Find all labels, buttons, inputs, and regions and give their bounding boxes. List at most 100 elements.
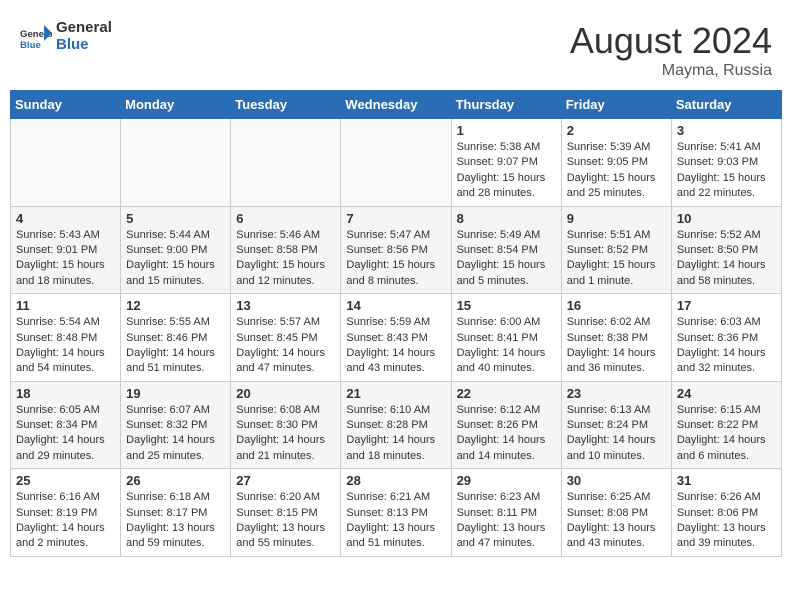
calendar-cell: 1 Sunrise: 5:38 AM Sunset: 9:07 PM Daylig… [451, 119, 561, 207]
calendar-cell: 23 Sunrise: 6:13 AM Sunset: 8:24 PM Dayli… [561, 381, 671, 469]
day-number: 26 [126, 473, 225, 488]
day-number: 22 [457, 386, 556, 401]
day-info: Sunrise: 6:18 AM Sunset: 8:17 PM Dayligh… [126, 490, 225, 552]
day-info: Sunrise: 6:13 AM Sunset: 8:24 PM Dayligh… [567, 403, 666, 465]
day-number: 8 [457, 211, 556, 226]
day-info: Sunrise: 6:23 AM Sunset: 8:11 PM Dayligh… [457, 490, 556, 552]
calendar-cell: 28Sunrise: 6:21 AM Sunset: 8:13 PM Dayli… [341, 469, 451, 557]
day-number: 9 [567, 211, 666, 226]
day-number: 19 [126, 386, 225, 401]
day-info: Sunrise: 5:59 AM Sunset: 8:43 PM Dayligh… [346, 315, 445, 377]
day-info: Sunrise: 5:38 AM Sunset: 9:07 PM Dayligh… [457, 140, 556, 202]
calendar-cell: 25Sunrise: 6:16 AM Sunset: 8:19 PM Dayli… [11, 469, 121, 557]
calendar-week-row: 25Sunrise: 6:16 AM Sunset: 8:19 PM Dayli… [11, 469, 782, 557]
logo: General Blue General Blue [20, 20, 112, 53]
day-info: Sunrise: 6:03 AM Sunset: 8:36 PM Dayligh… [677, 315, 776, 377]
calendar-cell: 14Sunrise: 5:59 AM Sunset: 8:43 PM Dayli… [341, 294, 451, 382]
day-info: Sunrise: 5:51 AM Sunset: 8:52 PM Dayligh… [567, 228, 666, 290]
day-info: Sunrise: 6:00 AM Sunset: 8:41 PM Dayligh… [457, 315, 556, 377]
day-info: Sunrise: 5:43 AM Sunset: 9:01 PM Dayligh… [16, 228, 115, 290]
day-info: Sunrise: 5:39 AM Sunset: 9:05 PM Dayligh… [567, 140, 666, 202]
calendar-cell: 13 Sunrise: 5:57 AM Sunset: 8:45 PM Dayli… [231, 294, 341, 382]
day-number: 7 [346, 211, 445, 226]
day-info: Sunrise: 6:10 AM Sunset: 8:28 PM Dayligh… [346, 403, 445, 465]
calendar-cell: 3Sunrise: 5:41 AM Sunset: 9:03 PM Daylig… [671, 119, 781, 207]
calendar-cell: 18 Sunrise: 6:05 AM Sunset: 8:34 PM Dayli… [11, 381, 121, 469]
day-info: Sunrise: 5:49 AM Sunset: 8:54 PM Dayligh… [457, 228, 556, 290]
calendar-cell: 20 Sunrise: 6:08 AM Sunset: 8:30 PM Dayli… [231, 381, 341, 469]
day-info: Sunrise: 5:47 AM Sunset: 8:56 PM Dayligh… [346, 228, 445, 290]
day-number: 30 [567, 473, 666, 488]
day-info: Sunrise: 6:02 AM Sunset: 8:38 PM Dayligh… [567, 315, 666, 377]
day-number: 15 [457, 298, 556, 313]
calendar-cell: 24 Sunrise: 6:15 AM Sunset: 8:22 PM Dayli… [671, 381, 781, 469]
calendar-table: SundayMondayTuesdayWednesdayThursdayFrid… [10, 90, 782, 557]
day-number: 28 [346, 473, 445, 488]
calendar-week-row: 18 Sunrise: 6:05 AM Sunset: 8:34 PM Dayli… [11, 381, 782, 469]
day-number: 23 [567, 386, 666, 401]
day-number: 12 [126, 298, 225, 313]
location-subtitle: Mayma, Russia [570, 62, 772, 80]
calendar-cell: 19 Sunrise: 6:07 AM Sunset: 8:32 PM Dayli… [121, 381, 231, 469]
day-number: 27 [236, 473, 335, 488]
page-header: General Blue General Blue August 2024 Ma… [10, 10, 782, 85]
day-number: 24 [677, 386, 776, 401]
calendar-cell: 29Sunrise: 6:23 AM Sunset: 8:11 PM Dayli… [451, 469, 561, 557]
calendar-week-row: 11Sunrise: 5:54 AM Sunset: 8:48 PM Dayli… [11, 294, 782, 382]
day-number: 25 [16, 473, 115, 488]
calendar-cell: 22Sunrise: 6:12 AM Sunset: 8:26 PM Dayli… [451, 381, 561, 469]
day-number: 18 [16, 386, 115, 401]
day-info: Sunrise: 6:08 AM Sunset: 8:30 PM Dayligh… [236, 403, 335, 465]
day-header-friday: Friday [561, 91, 671, 119]
calendar-cell: 31Sunrise: 6:26 AM Sunset: 8:06 PM Dayli… [671, 469, 781, 557]
day-info: Sunrise: 6:07 AM Sunset: 8:32 PM Dayligh… [126, 403, 225, 465]
day-number: 17 [677, 298, 776, 313]
logo-general-text: General [56, 20, 112, 37]
calendar-cell: 8 Sunrise: 5:49 AM Sunset: 8:54 PM Daylig… [451, 206, 561, 294]
day-number: 31 [677, 473, 776, 488]
calendar-cell: 7 Sunrise: 5:47 AM Sunset: 8:56 PM Daylig… [341, 206, 451, 294]
calendar-cell: 17 Sunrise: 6:03 AM Sunset: 8:36 PM Dayli… [671, 294, 781, 382]
svg-text:Blue: Blue [20, 40, 41, 51]
calendar-cell: 6Sunrise: 5:46 AM Sunset: 8:58 PM Daylig… [231, 206, 341, 294]
day-number: 20 [236, 386, 335, 401]
day-header-saturday: Saturday [671, 91, 781, 119]
day-info: Sunrise: 6:15 AM Sunset: 8:22 PM Dayligh… [677, 403, 776, 465]
day-number: 2 [567, 123, 666, 138]
day-number: 13 [236, 298, 335, 313]
calendar-cell: 4 Sunrise: 5:43 AM Sunset: 9:01 PM Daylig… [11, 206, 121, 294]
calendar-cell: 30 Sunrise: 6:25 AM Sunset: 8:08 PM Dayli… [561, 469, 671, 557]
day-header-monday: Monday [121, 91, 231, 119]
calendar-cell: 15 Sunrise: 6:00 AM Sunset: 8:41 PM Dayli… [451, 294, 561, 382]
day-number: 4 [16, 211, 115, 226]
day-header-wednesday: Wednesday [341, 91, 451, 119]
day-info: Sunrise: 5:57 AM Sunset: 8:45 PM Dayligh… [236, 315, 335, 377]
calendar-cell: 5Sunrise: 5:44 AM Sunset: 9:00 PM Daylig… [121, 206, 231, 294]
day-number: 16 [567, 298, 666, 313]
day-info: Sunrise: 6:25 AM Sunset: 8:08 PM Dayligh… [567, 490, 666, 552]
logo-icon: General Blue [20, 21, 52, 53]
calendar-cell: 9 Sunrise: 5:51 AM Sunset: 8:52 PM Daylig… [561, 206, 671, 294]
day-info: Sunrise: 6:05 AM Sunset: 8:34 PM Dayligh… [16, 403, 115, 465]
day-header-sunday: Sunday [11, 91, 121, 119]
calendar-cell [121, 119, 231, 207]
day-number: 11 [16, 298, 115, 313]
day-number: 3 [677, 123, 776, 138]
day-number: 1 [457, 123, 556, 138]
calendar-cell [231, 119, 341, 207]
day-info: Sunrise: 5:52 AM Sunset: 8:50 PM Dayligh… [677, 228, 776, 290]
day-info: Sunrise: 6:20 AM Sunset: 8:15 PM Dayligh… [236, 490, 335, 552]
calendar-cell: 16 Sunrise: 6:02 AM Sunset: 8:38 PM Dayli… [561, 294, 671, 382]
calendar-cell: 21 Sunrise: 6:10 AM Sunset: 8:28 PM Dayli… [341, 381, 451, 469]
calendar-cell: 27 Sunrise: 6:20 AM Sunset: 8:15 PM Dayli… [231, 469, 341, 557]
day-info: Sunrise: 5:55 AM Sunset: 8:46 PM Dayligh… [126, 315, 225, 377]
title-block: August 2024 Mayma, Russia [570, 20, 772, 80]
calendar-header-row: SundayMondayTuesdayWednesdayThursdayFrid… [11, 91, 782, 119]
day-info: Sunrise: 5:44 AM Sunset: 9:00 PM Dayligh… [126, 228, 225, 290]
month-year-title: August 2024 [570, 20, 772, 62]
day-number: 21 [346, 386, 445, 401]
calendar-cell [11, 119, 121, 207]
calendar-cell: 10Sunrise: 5:52 AM Sunset: 8:50 PM Dayli… [671, 206, 781, 294]
calendar-cell: 2 Sunrise: 5:39 AM Sunset: 9:05 PM Daylig… [561, 119, 671, 207]
calendar-cell: 11Sunrise: 5:54 AM Sunset: 8:48 PM Dayli… [11, 294, 121, 382]
